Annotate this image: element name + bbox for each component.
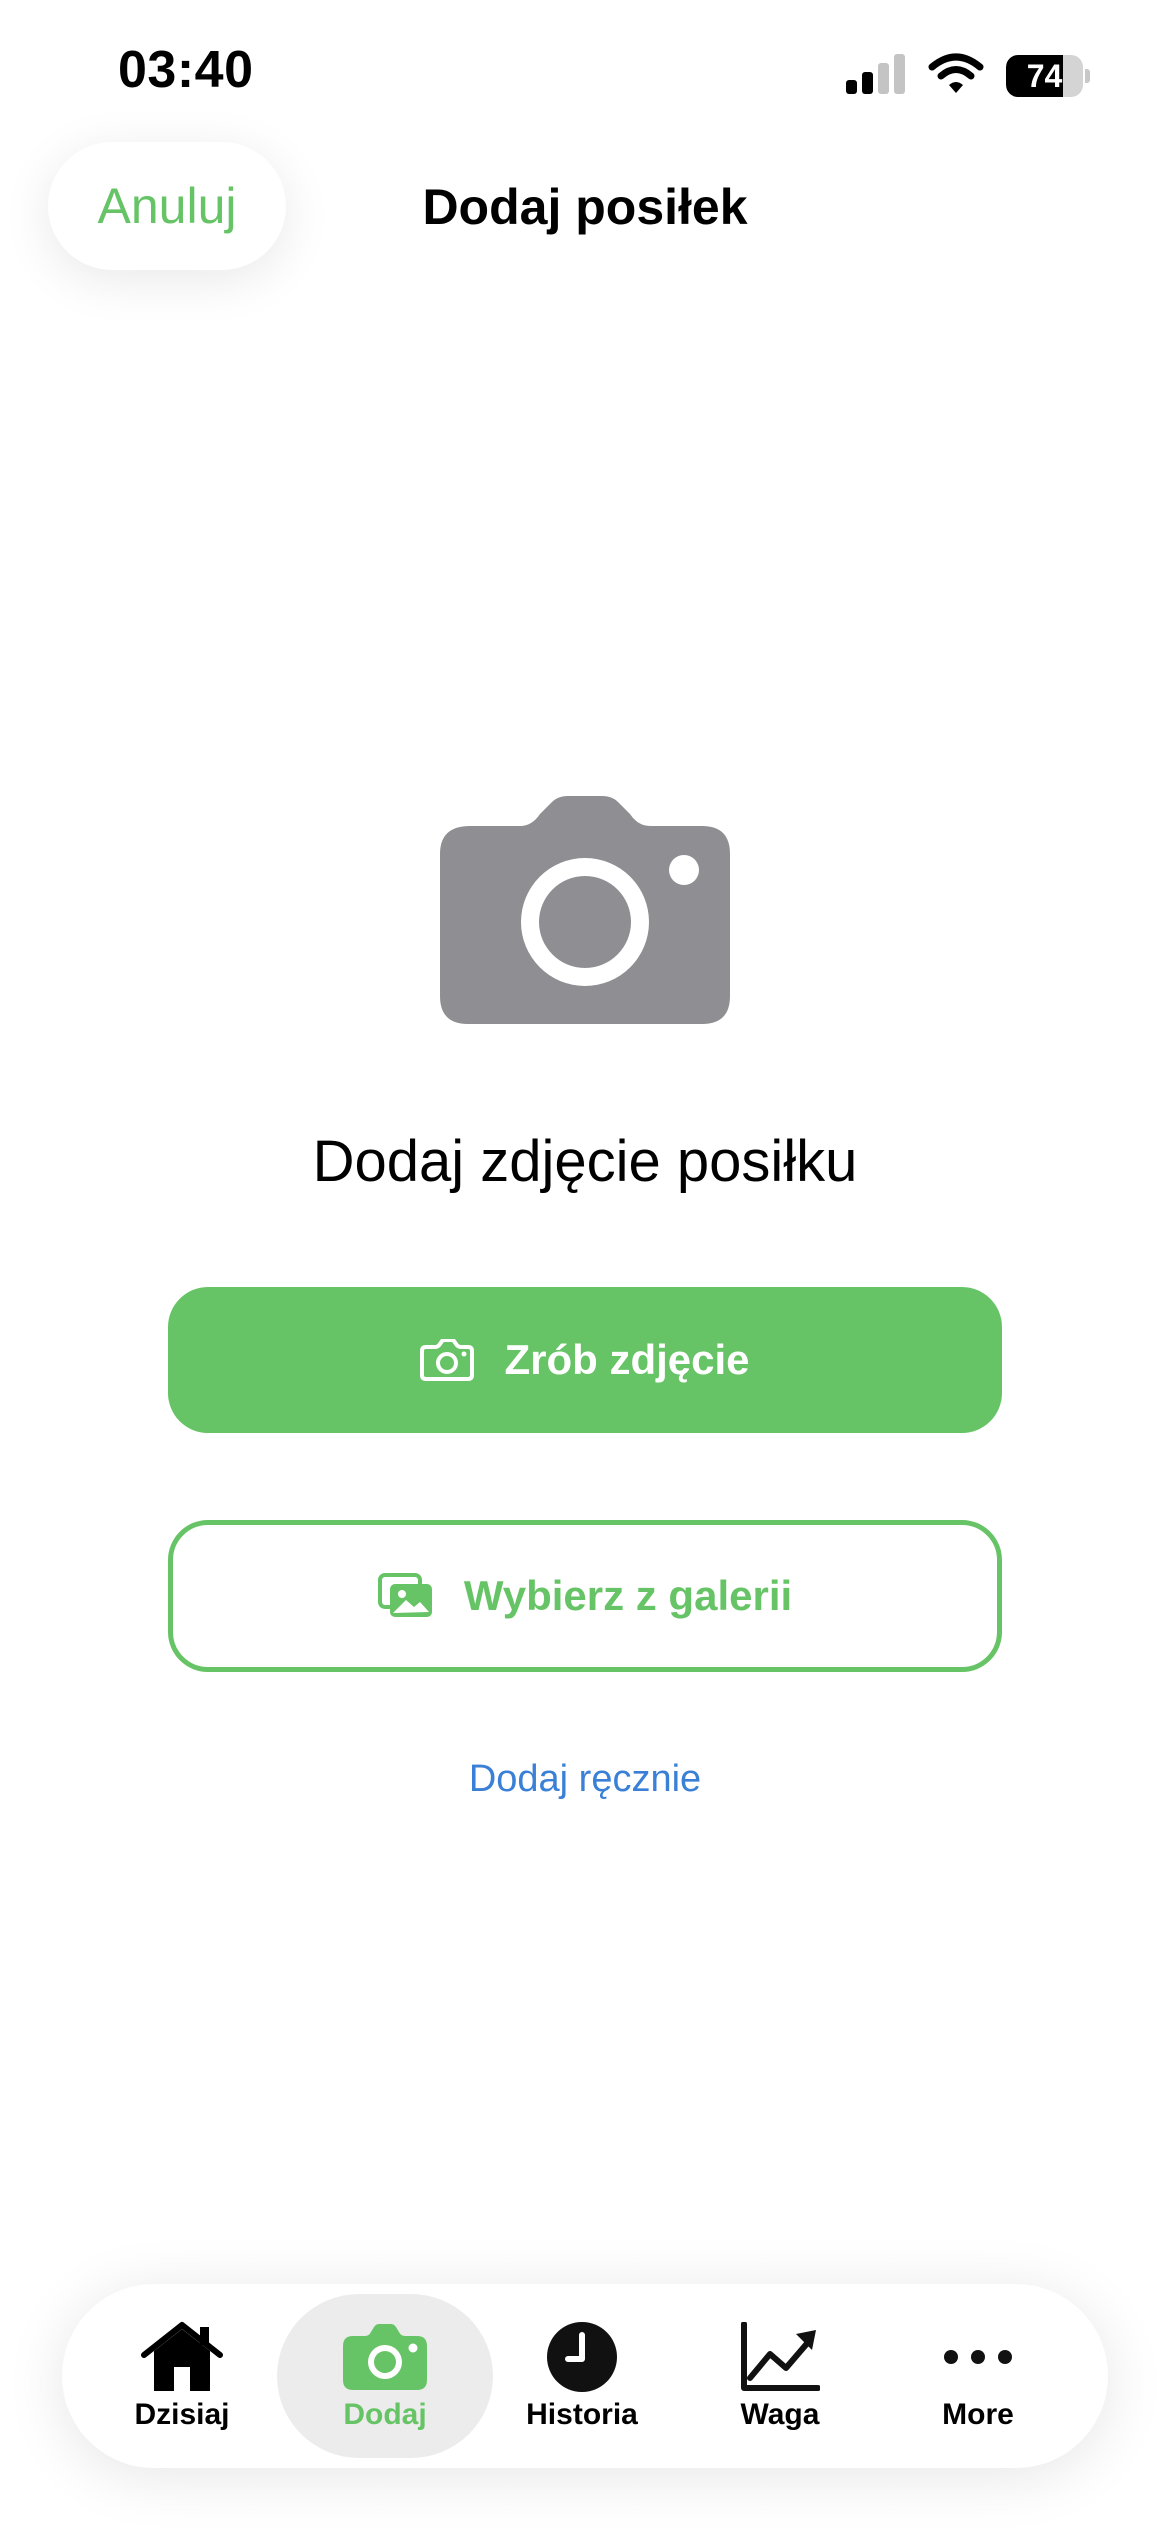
camera-icon bbox=[340, 2320, 430, 2394]
wifi-icon bbox=[928, 53, 984, 100]
tab-today[interactable]: Dzisiaj bbox=[92, 2284, 272, 2468]
tab-bar: Dzisiaj Dodaj Historia Waga More bbox=[62, 2284, 1108, 2468]
page-title: Dodaj posiłek bbox=[422, 179, 748, 235]
add-photo-heading: Dodaj zdjęcie posiłku bbox=[312, 1129, 858, 1194]
camera-icon bbox=[440, 796, 730, 1024]
clock-icon bbox=[537, 2320, 627, 2394]
choose-from-gallery-button[interactable]: Wybierz z galerii bbox=[168, 1520, 1002, 1672]
tab-label: Historia bbox=[526, 2398, 638, 2431]
tab-more[interactable]: More bbox=[888, 2284, 1068, 2468]
house-icon bbox=[137, 2320, 227, 2394]
add-manually-link[interactable]: Dodaj ręcznie bbox=[0, 1758, 1170, 1801]
take-photo-label: Zrób zdjęcie bbox=[504, 1336, 750, 1383]
tab-add[interactable]: Dodaj bbox=[277, 2294, 493, 2458]
take-photo-button[interactable]: Zrób zdjęcie bbox=[168, 1287, 1002, 1433]
battery-indicator: 74 bbox=[1006, 54, 1090, 98]
add-meal-screen: 03:40 74 Anuluj Dodaj posiłek Dodaj zdję… bbox=[0, 0, 1170, 2532]
tab-label: Dzisiaj bbox=[134, 2398, 230, 2431]
status-time: 03:40 bbox=[118, 41, 254, 99]
camera-icon bbox=[420, 1339, 475, 1381]
ellipsis-icon bbox=[933, 2320, 1023, 2394]
cellular-signal-icon bbox=[846, 53, 906, 99]
tab-label: Waga bbox=[740, 2398, 820, 2431]
battery-nub bbox=[1085, 69, 1090, 83]
tab-history[interactable]: Historia bbox=[492, 2284, 672, 2468]
tab-label: Dodaj bbox=[343, 2398, 427, 2431]
battery-level: 74 bbox=[1026, 57, 1063, 94]
chart-line-icon bbox=[735, 2320, 825, 2394]
choose-from-gallery-label: Wybierz z galerii bbox=[463, 1572, 793, 1619]
status-icons: 74 bbox=[846, 52, 1090, 100]
photo-gallery-icon bbox=[377, 1573, 434, 1619]
tab-weight[interactable]: Waga bbox=[690, 2284, 870, 2468]
tab-label: More bbox=[942, 2398, 1014, 2431]
